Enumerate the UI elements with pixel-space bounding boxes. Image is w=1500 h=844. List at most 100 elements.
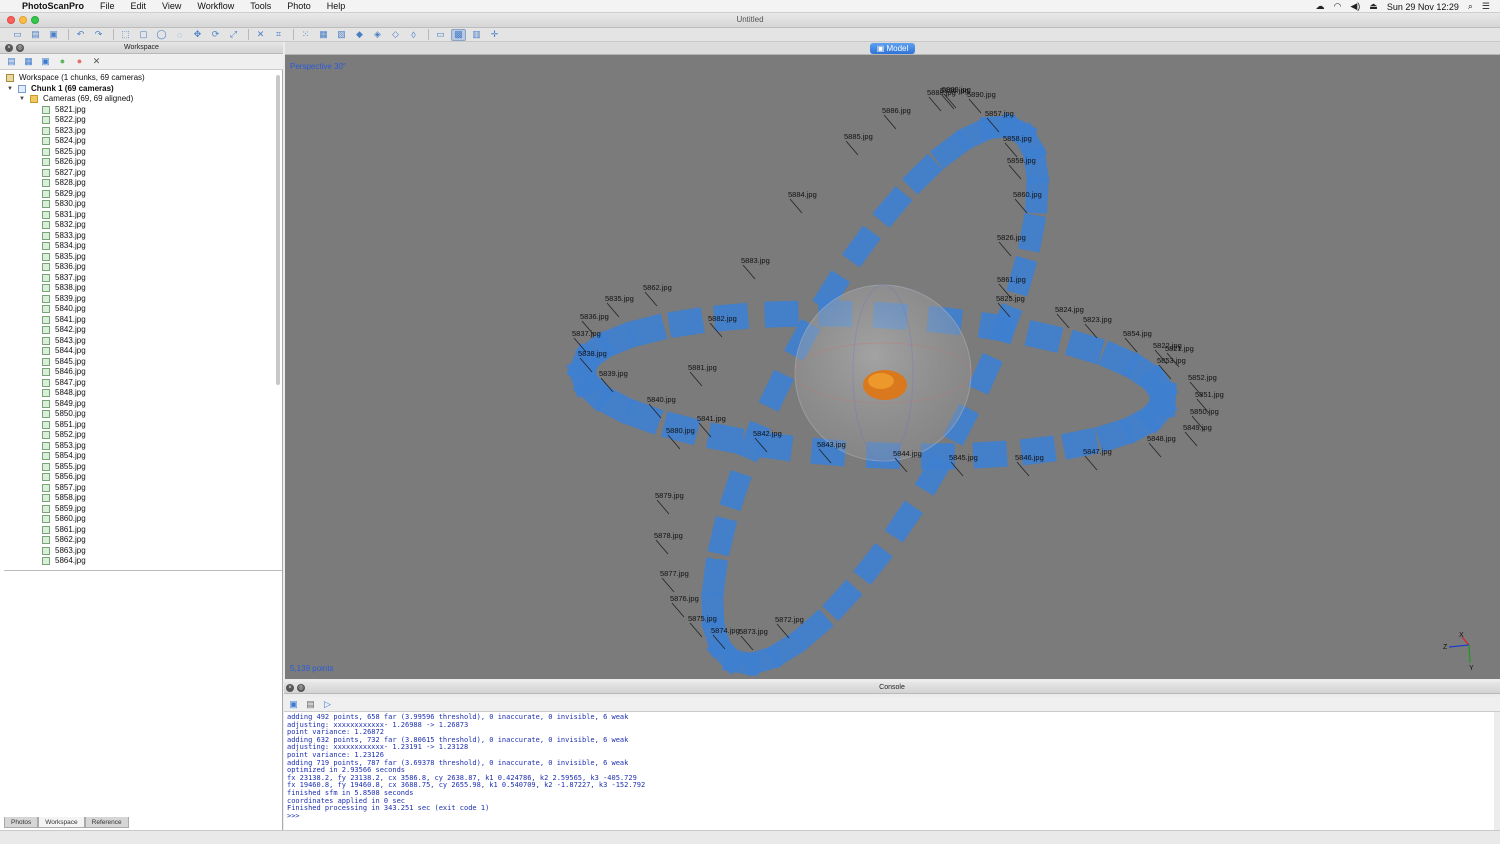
camera-plane[interactable] (853, 543, 893, 585)
camera-label[interactable]: 5858.jpg (1003, 134, 1032, 143)
camera-plane[interactable] (842, 225, 881, 268)
camera-label[interactable]: 5882.jpg (708, 314, 737, 323)
tab-reference[interactable]: Reference (84, 817, 129, 828)
tree-camera-item[interactable]: 5821.jpg (0, 105, 275, 116)
console-output[interactable]: adding 492 points, 658 far (3.99596 thre… (284, 712, 1494, 830)
panel-close-icon[interactable]: × (5, 44, 13, 52)
tree-camera-item[interactable]: 5860.jpg (0, 514, 275, 525)
tree-camera-item[interactable]: 5854.jpg (0, 451, 275, 462)
tree-camera-item[interactable]: 5833.jpg (0, 231, 275, 242)
tree-scrollbar[interactable] (276, 75, 280, 385)
camera-plane[interactable] (1148, 381, 1177, 418)
free-form-selection-icon[interactable]: ◌ (172, 29, 187, 41)
tree-camera-item[interactable]: 5852.jpg (0, 430, 275, 441)
camera-label[interactable]: 5874.jpg (711, 626, 740, 635)
camera-label[interactable]: 5883.jpg (741, 256, 770, 265)
console-float-icon[interactable]: ◎ (297, 684, 305, 692)
cloud-status-icon[interactable]: ☁ (1316, 1, 1325, 12)
camera-label[interactable]: 5876.jpg (670, 594, 699, 603)
panel-float-icon[interactable]: ◎ (16, 44, 24, 52)
camera-plane[interactable] (764, 300, 800, 328)
camera-label[interactable]: 5872.jpg (775, 615, 804, 624)
camera-label[interactable]: 5860.jpg (1013, 190, 1042, 199)
tree-camera-item[interactable]: 5822.jpg (0, 115, 275, 126)
new-document-icon[interactable]: ▭ (10, 29, 25, 41)
camera-label[interactable]: 5846.jpg (1015, 453, 1044, 462)
camera-label[interactable]: 5848.jpg (1147, 434, 1176, 443)
camera-label[interactable]: 5886.jpg (882, 106, 911, 115)
cameras-expand-arrow-icon[interactable]: ▼ (19, 94, 25, 105)
tree-camera-item[interactable]: 5857.jpg (0, 483, 275, 494)
tree-cameras-folder[interactable]: ▼ Cameras (69, 69 aligned) (0, 94, 275, 105)
camera-label[interactable]: 5852.jpg (1188, 373, 1217, 382)
camera-plane[interactable] (627, 313, 668, 348)
camera-label[interactable]: 5878.jpg (654, 531, 683, 540)
tree-camera-item[interactable]: 5850.jpg (0, 409, 275, 420)
tree-camera-item[interactable]: 5848.jpg (0, 388, 275, 399)
camera-plane[interactable] (667, 307, 705, 339)
navigation-icon[interactable]: ⬚ (118, 29, 133, 41)
tree-camera-item[interactable]: 5851.jpg (0, 420, 275, 431)
remove-items-icon[interactable]: ✕ (91, 56, 102, 67)
menu-help[interactable]: Help (327, 1, 346, 11)
console-close-icon[interactable]: × (286, 684, 294, 692)
notification-center-icon[interactable]: ☰ (1482, 1, 1490, 12)
menu-file[interactable]: File (100, 1, 115, 11)
camera-plane[interactable] (822, 579, 863, 621)
tree-camera-item[interactable]: 5842.jpg (0, 325, 275, 336)
camera-label[interactable]: 5840.jpg (647, 395, 676, 404)
show-cameras-active-icon[interactable]: ▩ (451, 28, 466, 41)
camera-label[interactable]: 5851.jpg (1195, 390, 1224, 399)
tree-camera-item[interactable]: 5858.jpg (0, 493, 275, 504)
redo-icon[interactable]: ↷ (91, 29, 106, 41)
menu-edit[interactable]: Edit (131, 1, 147, 11)
tree-camera-item[interactable]: 5823.jpg (0, 126, 275, 137)
camera-label[interactable]: 5881.jpg (688, 363, 717, 372)
camera-label[interactable]: 5837.jpg (572, 329, 601, 338)
camera-label[interactable]: 5879.jpg (655, 491, 684, 500)
tree-camera-item[interactable]: 5834.jpg (0, 241, 275, 252)
crop-selection-icon[interactable]: ⌗ (271, 29, 286, 41)
camera-plane[interactable] (719, 470, 752, 512)
camera-plane[interactable] (758, 369, 795, 412)
reset-view-icon[interactable]: ✛ (487, 29, 502, 41)
camera-label[interactable]: 5822.jpg (1153, 341, 1182, 350)
camera-label[interactable]: 5854.jpg (1123, 329, 1152, 338)
add-photos-icon[interactable]: ▦ (23, 56, 34, 67)
tree-camera-item[interactable]: 5853.jpg (0, 441, 275, 452)
tree-camera-item[interactable]: 5839.jpg (0, 294, 275, 305)
run-script-icon[interactable]: ▷ (322, 699, 333, 710)
add-chunk-icon[interactable]: ▤ (6, 56, 17, 67)
add-folder-icon[interactable]: ▣ (40, 56, 51, 67)
tree-camera-item[interactable]: 5864.jpg (0, 556, 275, 567)
scale-object-icon[interactable]: ⤢ (226, 29, 241, 41)
camera-label[interactable]: 5823.jpg (1083, 315, 1112, 324)
camera-label[interactable]: 5861.jpg (997, 275, 1026, 284)
open-folder-icon[interactable]: ▤ (28, 29, 43, 41)
camera-label[interactable]: 5850.jpg (1190, 407, 1219, 416)
menu-tools[interactable]: Tools (250, 1, 271, 11)
enable-camera-icon[interactable]: ● (57, 56, 68, 67)
tree-camera-item[interactable]: 5824.jpg (0, 136, 275, 147)
disable-camera-icon[interactable]: ● (74, 56, 85, 67)
camera-label[interactable]: 5880.jpg (666, 426, 695, 435)
rotate-object-icon[interactable]: ⟳ (208, 29, 223, 41)
tab-photos[interactable]: Photos (4, 817, 39, 828)
camera-label[interactable]: 5857.jpg (985, 109, 1014, 118)
tree-camera-item[interactable]: 5829.jpg (0, 189, 275, 200)
eject-icon[interactable]: ⏏ (1369, 1, 1378, 12)
camera-label[interactable]: 5884.jpg (788, 190, 817, 199)
tab-model[interactable]: ▣ Model (870, 43, 915, 54)
camera-plane[interactable] (1024, 320, 1064, 353)
camera-label[interactable]: 5862.jpg (643, 283, 672, 292)
tree-camera-item[interactable]: 5845.jpg (0, 357, 275, 368)
tab-workspace[interactable]: Workspace (38, 817, 85, 828)
tree-camera-item[interactable]: 5826.jpg (0, 157, 275, 168)
tree-camera-item[interactable]: 5840.jpg (0, 304, 275, 315)
camera-label[interactable]: 5844.jpg (893, 449, 922, 458)
camera-plane[interactable] (884, 500, 923, 543)
menu-view[interactable]: View (162, 1, 181, 11)
tree-camera-item[interactable]: 5828.jpg (0, 178, 275, 189)
tree-camera-item[interactable]: 5825.jpg (0, 147, 275, 158)
tiled-model-icon[interactable]: ◊ (406, 29, 421, 41)
